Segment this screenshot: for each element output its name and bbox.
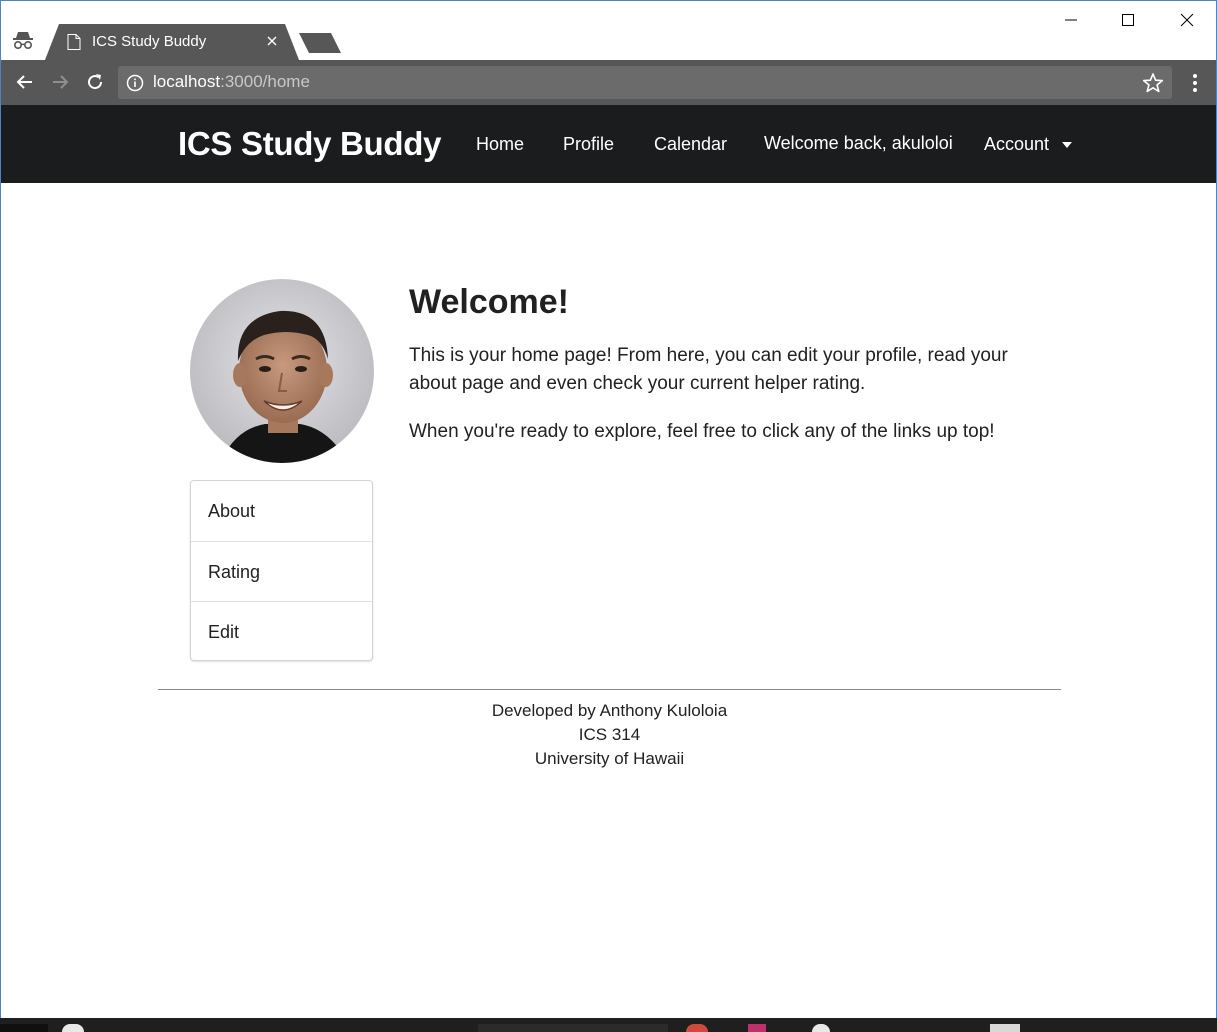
page-icon [67, 34, 81, 50]
footer-university: University of Hawaii [534, 749, 685, 768]
profile-avatar [190, 279, 374, 463]
url-path: :3000/home [220, 72, 310, 91]
dropdown-caret-icon[interactable] [1061, 141, 1073, 149]
back-arrow-icon[interactable] [14, 71, 36, 93]
minimize-icon[interactable] [1059, 9, 1083, 31]
new-tab-button[interactable] [299, 33, 341, 53]
taskbar-app-icon[interactable] [748, 1024, 766, 1032]
browser-menu-icon[interactable] [1185, 72, 1205, 94]
tab-strip: ICS Study Buddy [1, 1, 1216, 60]
url-host: localhost [153, 72, 221, 91]
bookmark-star-icon[interactable] [1142, 72, 1164, 94]
profile-menu: About Rating Edit [190, 480, 373, 661]
intro-paragraph: This is your home page! From here, you c… [409, 345, 1008, 394]
nav-welcome-user[interactable]: Welcome back, akuloloi [764, 133, 953, 154]
nav-profile[interactable]: Profile [563, 134, 614, 155]
brand-logo-text[interactable]: ICS Study Buddy [178, 125, 441, 163]
footer-divider [158, 689, 1061, 690]
menu-item-about[interactable]: About [191, 481, 372, 541]
reload-icon[interactable] [84, 71, 106, 93]
taskbar-app-icon[interactable] [62, 1024, 84, 1032]
incognito-icon [13, 32, 33, 50]
taskbar-chrome-icon[interactable] [686, 1024, 708, 1032]
taskbar-app-icon[interactable] [812, 1024, 830, 1032]
tab-title: ICS Study Buddy [92, 33, 207, 50]
os-taskbar [0, 1018, 1217, 1032]
nav-home[interactable]: Home [476, 134, 524, 155]
menu-item-rating[interactable]: Rating [191, 541, 372, 601]
welcome-heading: Welcome! [409, 283, 569, 321]
footer-course: ICS 314 [578, 725, 641, 744]
address-bar[interactable]: localhost:3000/home [118, 66, 1172, 99]
browser-toolbar: localhost:3000/home [1, 60, 1216, 105]
site-navbar: ICS Study Buddy Home Profile Calendar We… [1, 105, 1216, 183]
browser-window: ICS Study Buddy localhost:3000/home ICS … [0, 0, 1217, 1032]
menu-item-edit[interactable]: Edit [191, 601, 372, 661]
tab-close-icon[interactable] [265, 34, 279, 48]
taskbar-app-icon[interactable] [478, 1024, 668, 1032]
nav-account-dropdown[interactable]: Account [984, 134, 1049, 155]
footer-developer: Developed by Anthony Kuloloia [491, 701, 728, 720]
taskbar-start[interactable] [0, 1024, 48, 1032]
tab-active[interactable]: ICS Study Buddy [45, 24, 299, 60]
nav-calendar[interactable]: Calendar [654, 134, 727, 155]
window-close-icon[interactable] [1175, 9, 1199, 31]
info-icon[interactable] [126, 74, 144, 92]
forward-arrow-icon[interactable] [49, 71, 71, 93]
maximize-icon[interactable] [1116, 9, 1140, 31]
explore-paragraph: When you're ready to explore, feel free … [409, 421, 995, 442]
taskbar-app-icon[interactable] [990, 1024, 1020, 1032]
url-text: localhost:3000/home [153, 72, 310, 92]
